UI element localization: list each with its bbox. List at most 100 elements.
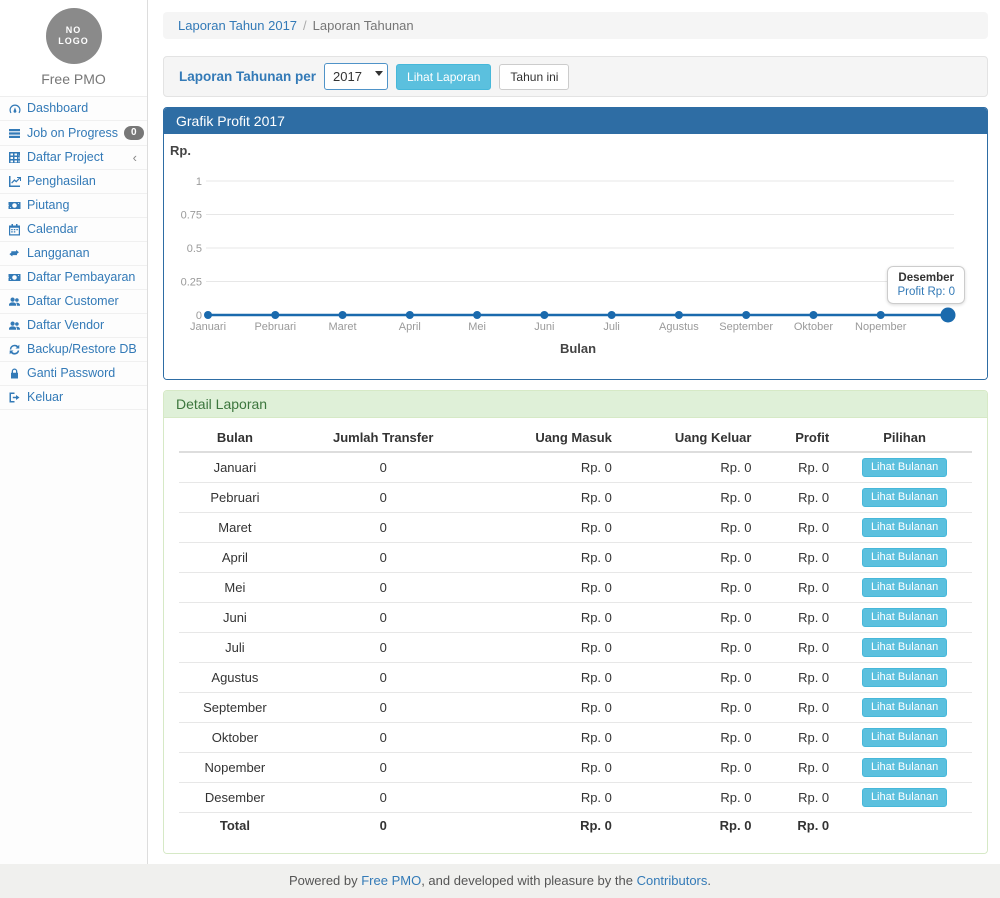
- cell-uang_masuk: Rp. 0: [476, 813, 620, 839]
- y-axis-unit-label: Rp.: [170, 143, 191, 158]
- calendar-icon: [8, 223, 21, 236]
- sidebar-link-daftar-project[interactable]: Daftar Project‹: [0, 146, 147, 169]
- column-header-uang-masuk: Uang Masuk: [476, 424, 620, 452]
- cell-bulan: Pebruari: [179, 483, 291, 513]
- view-report-button[interactable]: Lihat Laporan: [396, 64, 491, 90]
- view-monthly-button[interactable]: Lihat Bulanan: [862, 728, 947, 747]
- sidebar-item-label: Ganti Password: [27, 367, 139, 380]
- main-content: Laporan Tahun 2017/Laporan Tahunan Lapor…: [148, 0, 1000, 864]
- y-tick-label: 0.25: [181, 277, 202, 289]
- view-monthly-button[interactable]: Lihat Bulanan: [862, 788, 947, 807]
- report-filter-bar: Laporan Tahunan per 2017 Lihat Laporan T…: [163, 56, 988, 97]
- sidebar-item-daftar-project: Daftar Project‹: [0, 146, 147, 170]
- sidebar-item-ganti-password: Ganti Password: [0, 362, 147, 386]
- column-header-pilihan: Pilihan: [837, 424, 972, 452]
- sign-out-icon: [8, 391, 21, 404]
- table-row: September0Rp. 0Rp. 0Rp. 0Lihat Bulanan: [179, 693, 972, 723]
- chevron-left-icon: ‹: [133, 153, 139, 163]
- year-select[interactable]: 2017: [324, 63, 388, 90]
- data-point: [809, 311, 817, 319]
- view-monthly-button[interactable]: Lihat Bulanan: [862, 458, 947, 477]
- sidebar-item-label: Job on Progress: [27, 127, 118, 140]
- profit-chart-body: Rp.10.750.50.250JanuariPebruariMaretApri…: [164, 134, 987, 379]
- sidebar-item-dashboard: Dashboard: [0, 97, 147, 121]
- sidebar: NO LOGO Free PMO DashboardJob on Progres…: [0, 0, 148, 864]
- cell-jumlah_transfer: 0: [291, 513, 476, 543]
- cell-bulan: Januari: [179, 452, 291, 483]
- view-monthly-button[interactable]: Lihat Bulanan: [862, 698, 947, 717]
- detail-panel-title: Detail Laporan: [164, 391, 987, 418]
- sidebar-link-penghasilan[interactable]: Penghasilan: [0, 170, 147, 193]
- sidebar-link-dashboard[interactable]: Dashboard: [0, 97, 147, 120]
- breadcrumb-link-laporan-tahun[interactable]: Laporan Tahun 2017: [178, 18, 297, 33]
- view-monthly-button[interactable]: Lihat Bulanan: [862, 758, 947, 777]
- logo-line1: NO: [66, 25, 82, 36]
- cell-uang_masuk: Rp. 0: [476, 783, 620, 813]
- x-tick-label: Pebruari: [254, 321, 296, 333]
- table-row: Januari0Rp. 0Rp. 0Rp. 0Lihat Bulanan: [179, 452, 972, 483]
- sidebar-item-label: Penghasilan: [27, 175, 139, 188]
- x-tick-label: Juli: [603, 321, 620, 333]
- data-point: [473, 311, 481, 319]
- sidebar-link-backup-restore-db[interactable]: Backup/Restore DB: [0, 338, 147, 361]
- cell-pilihan: Lihat Bulanan: [837, 753, 972, 783]
- cell-uang_keluar: Rp. 0: [620, 633, 760, 663]
- sidebar-link-daftar-vendor[interactable]: Daftar Vendor: [0, 314, 147, 337]
- sidebar-link-daftar-customer[interactable]: Daftar Customer: [0, 290, 147, 313]
- view-monthly-button[interactable]: Lihat Bulanan: [862, 608, 947, 627]
- brand-name: Free PMO: [0, 71, 147, 87]
- cell-bulan: Total: [179, 813, 291, 839]
- sidebar-item-job-on-progress: Job on Progress0: [0, 121, 147, 146]
- profit-chart: Rp.10.750.50.250JanuariPebruariMaretApri…: [164, 134, 987, 379]
- cell-jumlah_transfer: 0: [291, 813, 476, 839]
- sidebar-item-daftar-customer: Daftar Customer: [0, 290, 147, 314]
- y-tick-label: 0.5: [187, 243, 202, 255]
- sidebar-item-label: Daftar Pembayaran: [27, 271, 139, 284]
- y-tick-label: 0.75: [181, 210, 202, 222]
- data-point: [675, 311, 683, 319]
- chart-tooltip-title: Desember: [897, 272, 955, 284]
- cell-pilihan: [837, 813, 972, 839]
- sidebar-link-piutang[interactable]: Piutang: [0, 194, 147, 217]
- view-monthly-button[interactable]: Lihat Bulanan: [862, 518, 947, 537]
- footer-link-contributors[interactable]: Contributors: [637, 873, 708, 888]
- data-point: [877, 311, 885, 319]
- sidebar-link-ganti-password[interactable]: Ganti Password: [0, 362, 147, 385]
- view-monthly-button[interactable]: Lihat Bulanan: [862, 638, 947, 657]
- tasks-icon: [8, 127, 21, 140]
- view-monthly-button[interactable]: Lihat Bulanan: [862, 488, 947, 507]
- cell-jumlah_transfer: 0: [291, 603, 476, 633]
- cell-pilihan: Lihat Bulanan: [837, 483, 972, 513]
- sidebar-link-daftar-pembayaran[interactable]: Daftar Pembayaran: [0, 266, 147, 289]
- cell-bulan: Agustus: [179, 663, 291, 693]
- y-tick-label: 1: [196, 176, 202, 188]
- footer-link-free-pmo[interactable]: Free PMO: [361, 873, 421, 888]
- cell-pilihan: Lihat Bulanan: [837, 513, 972, 543]
- data-point: [204, 311, 212, 319]
- sidebar-link-calendar[interactable]: Calendar: [0, 218, 147, 241]
- sidebar-link-langganan[interactable]: Langganan: [0, 242, 147, 265]
- view-monthly-button[interactable]: Lihat Bulanan: [862, 668, 947, 687]
- view-monthly-button[interactable]: Lihat Bulanan: [862, 578, 947, 597]
- cell-bulan: Nopember: [179, 753, 291, 783]
- sidebar-item-label: Calendar: [27, 223, 139, 236]
- sidebar-item-langganan: Langganan: [0, 242, 147, 266]
- sidebar-item-daftar-vendor: Daftar Vendor: [0, 314, 147, 338]
- cell-uang_masuk: Rp. 0: [476, 573, 620, 603]
- sidebar-link-keluar[interactable]: Keluar: [0, 386, 147, 409]
- cell-uang_keluar: Rp. 0: [620, 603, 760, 633]
- view-monthly-button[interactable]: Lihat Bulanan: [862, 548, 947, 567]
- detail-table-body: BulanJumlah TransferUang MasukUang Kelua…: [164, 418, 987, 853]
- footer-text-after: .: [707, 873, 711, 888]
- cell-profit: Rp. 0: [759, 603, 837, 633]
- cell-profit: Rp. 0: [759, 513, 837, 543]
- sidebar-link-job-on-progress[interactable]: Job on Progress0: [0, 121, 147, 145]
- cell-pilihan: Lihat Bulanan: [837, 723, 972, 753]
- cell-pilihan: Lihat Bulanan: [837, 452, 972, 483]
- cell-bulan: Desember: [179, 783, 291, 813]
- brand-box: NO LOGO Free PMO: [0, 0, 147, 97]
- cell-jumlah_transfer: 0: [291, 783, 476, 813]
- this-year-button[interactable]: Tahun ini: [499, 64, 569, 90]
- cell-bulan: Juli: [179, 633, 291, 663]
- cell-jumlah_transfer: 0: [291, 633, 476, 663]
